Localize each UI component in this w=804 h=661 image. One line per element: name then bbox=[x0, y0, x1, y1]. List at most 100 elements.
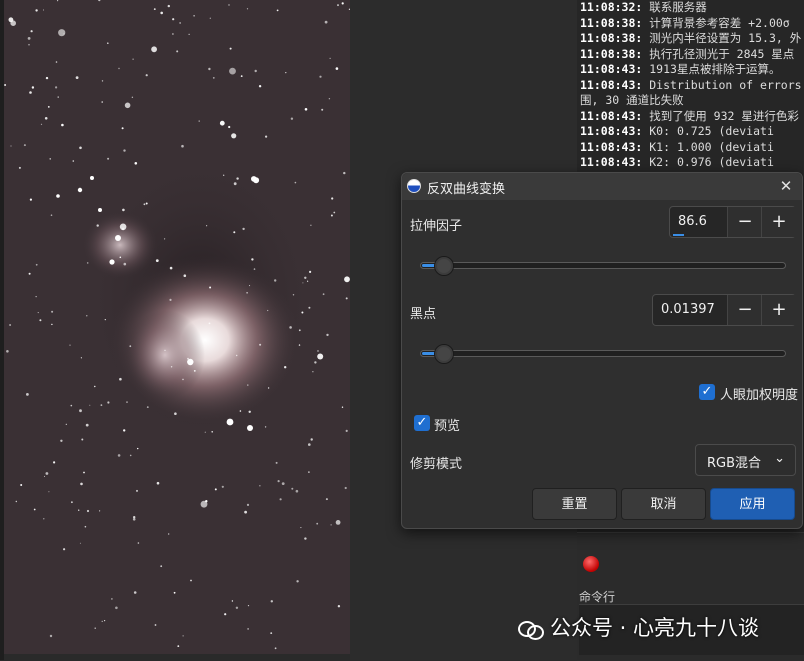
star bbox=[100, 404, 103, 406]
black-point-decrement-button[interactable]: − bbox=[727, 295, 762, 325]
star bbox=[188, 33, 190, 36]
close-button[interactable]: ✕ bbox=[776, 176, 796, 196]
star bbox=[80, 357, 82, 359]
eye-weighted-label: 人眼加权明度 bbox=[720, 388, 799, 403]
star bbox=[291, 487, 294, 490]
star bbox=[153, 8, 156, 11]
star bbox=[240, 75, 243, 77]
bright-star bbox=[247, 425, 253, 431]
star bbox=[309, 270, 312, 273]
star bbox=[57, 0, 59, 2]
black-point-label: 黑点 bbox=[410, 307, 437, 322]
black-point-input[interactable]: 0.01397 bbox=[661, 302, 715, 317]
star bbox=[322, 293, 325, 296]
star bbox=[221, 485, 224, 488]
star bbox=[193, 370, 196, 372]
star bbox=[104, 620, 106, 622]
stretch-factor-slider[interactable] bbox=[420, 262, 786, 269]
black-point-slider-handle[interactable] bbox=[433, 344, 454, 364]
star bbox=[123, 429, 126, 432]
star bbox=[302, 282, 304, 284]
star bbox=[44, 475, 45, 477]
star bbox=[49, 634, 53, 638]
star bbox=[274, 279, 277, 282]
star bbox=[187, 358, 194, 366]
cancel-button[interactable]: 取消 bbox=[621, 488, 706, 520]
star bbox=[246, 292, 248, 294]
star bbox=[182, 635, 184, 637]
black-point-increment-button[interactable]: + bbox=[761, 295, 796, 325]
star bbox=[304, 537, 307, 540]
apply-button[interactable]: 应用 bbox=[710, 488, 795, 520]
stretch-factor-increment-button[interactable]: + bbox=[761, 207, 796, 237]
star bbox=[101, 80, 104, 82]
star bbox=[72, 160, 75, 162]
star bbox=[267, 309, 269, 312]
star bbox=[330, 524, 332, 526]
star bbox=[35, 296, 37, 298]
image-viewer[interactable] bbox=[0, 0, 350, 654]
star bbox=[10, 145, 12, 147]
clip-mode-dropdown[interactable]: RGB混合 ⌄ bbox=[695, 444, 796, 476]
star bbox=[228, 4, 230, 6]
preview-checkbox[interactable]: ✓ bbox=[414, 415, 430, 431]
reset-button[interactable]: 重置 bbox=[532, 488, 617, 520]
record-indicator-icon[interactable] bbox=[583, 556, 599, 572]
star bbox=[48, 491, 50, 493]
star bbox=[331, 197, 334, 200]
star bbox=[99, 510, 101, 512]
stretch-factor-input[interactable]: 86.6 bbox=[678, 214, 707, 229]
star bbox=[212, 77, 215, 79]
star bbox=[134, 162, 138, 165]
star bbox=[80, 482, 83, 486]
star bbox=[43, 9, 44, 11]
log-text: K0: 0.725 (deviati bbox=[649, 124, 774, 138]
star bbox=[63, 33, 65, 35]
star bbox=[169, 298, 172, 301]
star bbox=[167, 4, 170, 8]
eye-weighted-checkbox[interactable]: ✓ bbox=[699, 384, 715, 400]
star bbox=[160, 565, 163, 568]
log-line: 11:08:38: 计算背景参考容差 +2.00σ bbox=[580, 16, 804, 32]
star bbox=[224, 613, 227, 616]
star bbox=[119, 223, 127, 231]
dialog-title-bar[interactable]: 反双曲线变换 ✕ bbox=[402, 173, 802, 200]
star bbox=[79, 409, 82, 413]
star bbox=[247, 605, 250, 607]
log-text: 执行孔径测光于 2845 星点 bbox=[649, 46, 795, 61]
command-line-label: 命令行 bbox=[579, 590, 616, 604]
star bbox=[118, 67, 120, 70]
star bbox=[60, 439, 63, 442]
stretch-factor-decrement-button[interactable]: − bbox=[727, 207, 762, 237]
star bbox=[343, 171, 346, 175]
star bbox=[137, 447, 139, 450]
star bbox=[289, 326, 292, 329]
star bbox=[341, 2, 344, 5]
star bbox=[277, 480, 280, 483]
star bbox=[319, 75, 322, 78]
star bbox=[20, 484, 23, 486]
log-timestamp: 11:08:43: bbox=[580, 108, 650, 123]
star bbox=[251, 176, 257, 182]
star bbox=[94, 385, 96, 388]
log-timestamp: 11:08:43: bbox=[580, 124, 650, 138]
log-line: 11:08:43: K0: 0.725 (deviati bbox=[580, 124, 804, 140]
star bbox=[179, 22, 181, 24]
black-point-slider[interactable] bbox=[420, 350, 786, 357]
star bbox=[209, 286, 212, 289]
star bbox=[228, 125, 231, 129]
star bbox=[208, 322, 211, 325]
log-line: 11:08:43: 1913星点被排除于运算。 bbox=[580, 62, 804, 78]
star bbox=[83, 471, 85, 474]
star bbox=[69, 344, 71, 346]
star bbox=[45, 76, 49, 80]
star bbox=[231, 600, 234, 602]
star bbox=[65, 423, 67, 425]
star bbox=[143, 203, 146, 206]
log-line: 11:08:38: 执行孔径测光于 2845 星点 bbox=[580, 47, 804, 63]
star bbox=[89, 404, 91, 406]
star bbox=[304, 108, 308, 111]
star bbox=[129, 345, 132, 348]
stretch-slider-handle[interactable] bbox=[433, 256, 454, 276]
star bbox=[204, 431, 206, 433]
